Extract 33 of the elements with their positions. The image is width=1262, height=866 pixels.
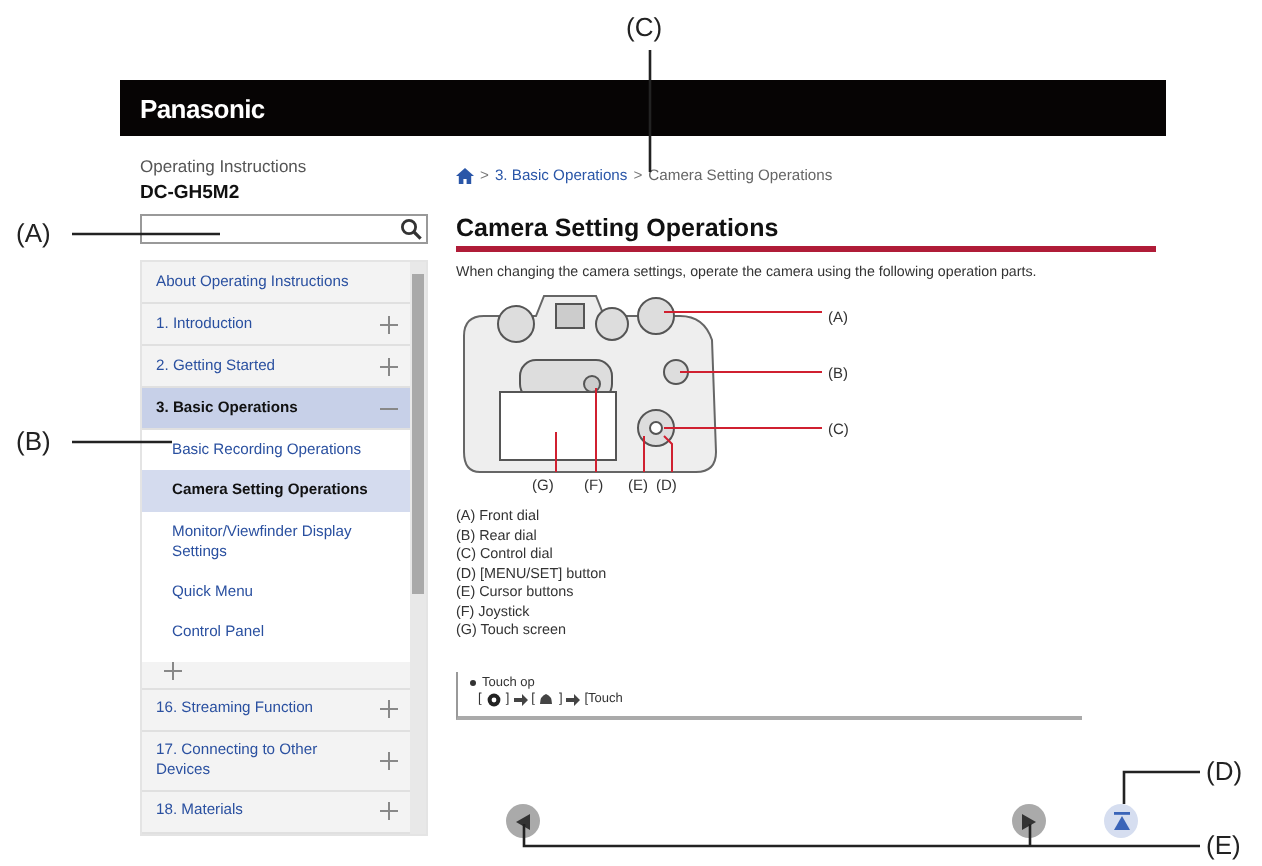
- triangle-left-icon: [516, 813, 530, 829]
- scrollbar-thumb[interactable]: [412, 274, 424, 594]
- to-top-icon: [1113, 812, 1129, 830]
- model-name: DC-GH5M2: [140, 182, 242, 204]
- search-field[interactable]: [140, 214, 428, 244]
- back-to-top-button[interactable]: [1104, 804, 1138, 838]
- callout-label: (B): [16, 426, 51, 456]
- callout-label: (C): [626, 12, 663, 42]
- arrow-right-icon: [566, 693, 581, 705]
- scrollbar[interactable]: [410, 262, 426, 834]
- bullet-icon: [470, 679, 476, 685]
- brand-logo[interactable]: Panasonic: [140, 93, 265, 123]
- callout-label: (E): [1206, 830, 1241, 860]
- expand-icon[interactable]: [380, 802, 398, 821]
- previous-page-button[interactable]: [506, 804, 540, 838]
- leader-line: [648, 50, 652, 172]
- expand-icon[interactable]: [380, 700, 398, 718]
- gear-icon: [485, 691, 502, 707]
- page-title: Camera Setting Operations: [456, 214, 1156, 252]
- callout-label: (D): [1206, 756, 1243, 786]
- callout-label: (A): [16, 218, 51, 248]
- leader-line: [1122, 770, 1200, 804]
- expand-icon[interactable]: [380, 357, 398, 375]
- expand-icon[interactable]: [380, 315, 398, 333]
- expand-icon[interactable]: [164, 661, 182, 679]
- arrow-right-icon: [513, 693, 528, 705]
- document-subtitle: Operating Instructions: [140, 156, 309, 176]
- home-icon[interactable]: [456, 167, 474, 183]
- triangle-right-icon: [1022, 813, 1036, 829]
- next-page-button[interactable]: [1012, 804, 1046, 838]
- leader-line: [72, 440, 172, 444]
- expand-icon[interactable]: [380, 751, 398, 770]
- search-icon[interactable]: [400, 218, 422, 240]
